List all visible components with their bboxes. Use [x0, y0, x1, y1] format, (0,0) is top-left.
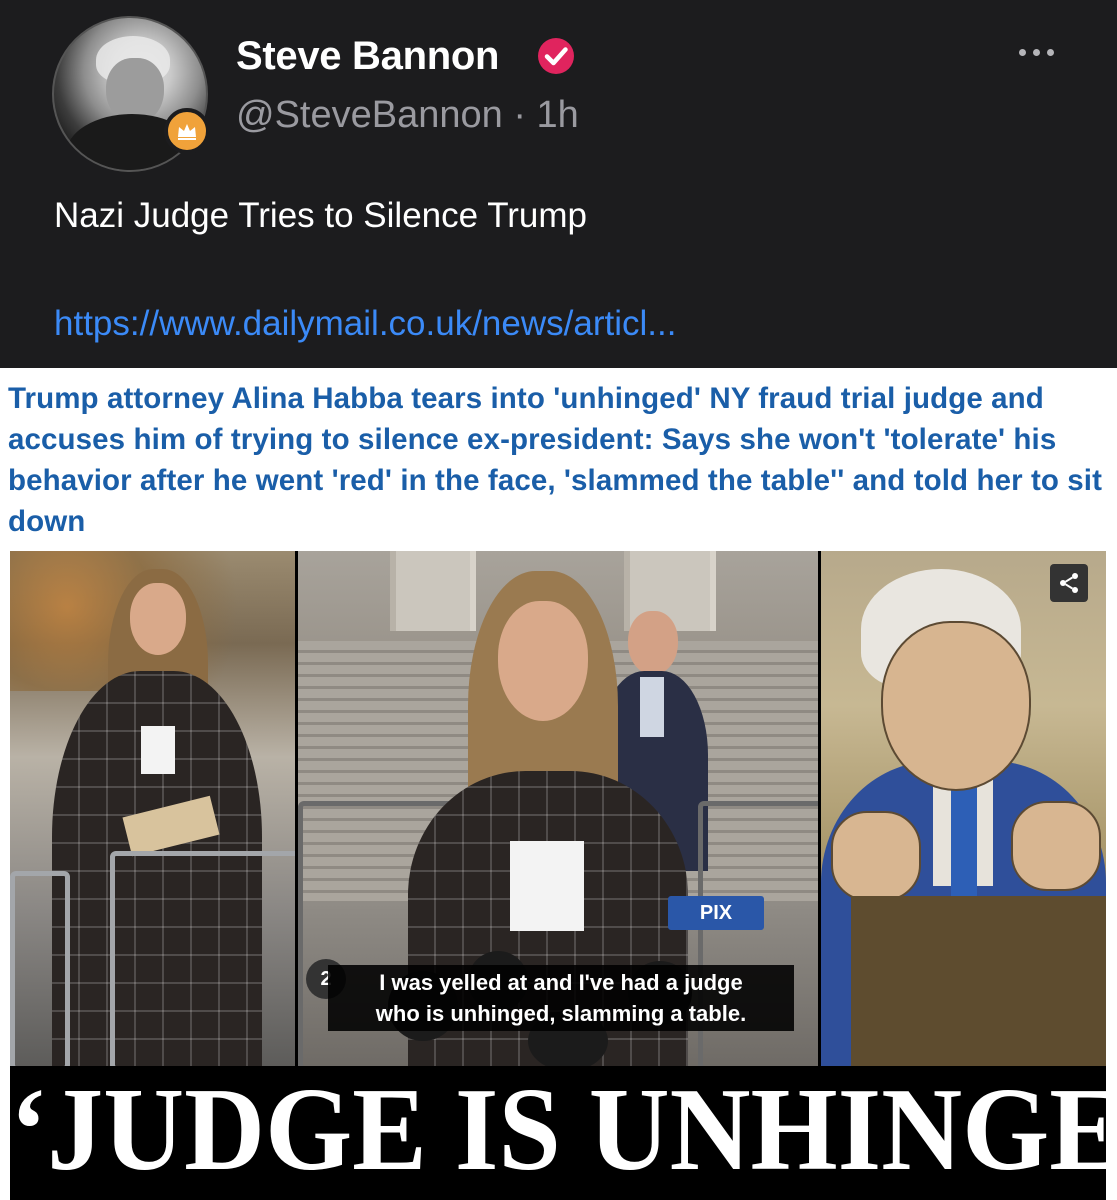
caption-line-2: who is unhinged, slamming a table. — [375, 1001, 747, 1026]
pix-mic-logo: PIX — [668, 896, 764, 930]
share-icon — [1060, 573, 1078, 593]
share-button[interactable] — [1050, 564, 1088, 602]
post-link[interactable]: https://www.dailymail.co.uk/news/articl.… — [54, 304, 676, 344]
caption-line-1: I was yelled at and I've had a judge — [379, 970, 743, 995]
article-headline[interactable]: Trump attorney Alina Habba tears into 'u… — [8, 378, 1108, 542]
banner: ‘JUDGE IS UNHINGED’ — [10, 1066, 1106, 1200]
photo-right-sketch — [821, 551, 1106, 1066]
meta-separator: · — [513, 94, 526, 136]
banner-text: ‘JUDGE IS UNHINGED’ — [10, 1066, 1106, 1196]
crown-badge-icon — [164, 108, 210, 154]
author-meta: @SteveBannon · 1h — [236, 94, 579, 137]
video-caption: I was yelled at and I've had a judge who… — [328, 965, 794, 1031]
article-card[interactable]: Trump attorney Alina Habba tears into 'u… — [0, 368, 1117, 1200]
article-image[interactable]: PIX 2 I was yelled at and I've had a jud… — [10, 551, 1106, 1066]
author-name[interactable]: Steve Bannon — [236, 34, 499, 79]
avatar[interactable] — [52, 16, 210, 172]
photo-left — [10, 551, 295, 1066]
more-horizontal-icon — [1018, 48, 1026, 56]
more-options-button[interactable] — [1008, 34, 1064, 70]
post-header: Steve Bannon @SteveBannon · 1h Nazi Judg… — [0, 0, 1117, 368]
post-text: Nazi Judge Tries to Silence Trump — [54, 196, 588, 235]
author-handle[interactable]: @SteveBannon — [236, 94, 503, 136]
post-timestamp[interactable]: 1h — [537, 94, 579, 136]
verified-check-icon — [536, 36, 576, 76]
